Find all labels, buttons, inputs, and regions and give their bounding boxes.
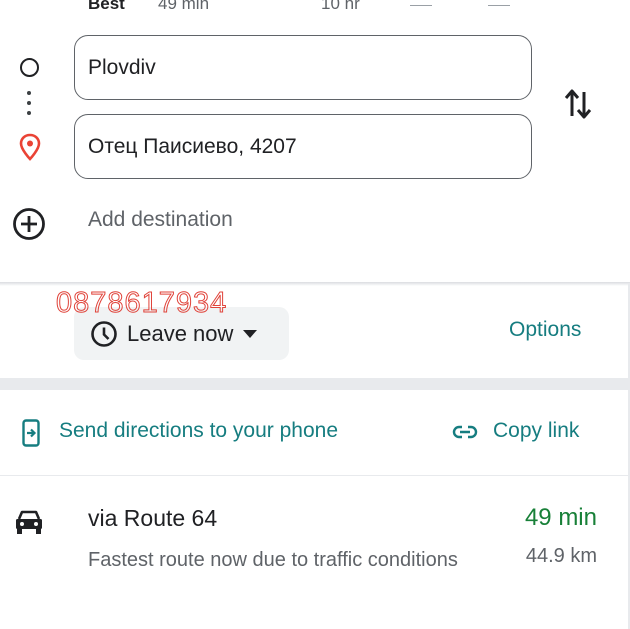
travel-mode-transit-time[interactable]: 10 hr: [321, 0, 360, 14]
send-to-phone-icon[interactable]: [22, 419, 40, 447]
send-directions-link[interactable]: Send directions to your phone: [59, 419, 338, 443]
route-description: Fastest route now due to traffic conditi…: [88, 549, 458, 571]
travel-mode-driving-time[interactable]: 49 min: [158, 0, 209, 14]
car-icon: [16, 510, 42, 534]
swap-icon[interactable]: [562, 86, 594, 122]
section-divider: [0, 282, 630, 286]
options-button[interactable]: Options: [509, 318, 581, 342]
travel-mode-walking-time[interactable]: [410, 5, 432, 6]
origin-circle-icon: [20, 58, 39, 77]
route-connector-dots: [27, 91, 32, 117]
destination-pin-icon: [19, 133, 41, 161]
route-option-card[interactable]: via Route 64 Fastest route now due to tr…: [0, 477, 630, 629]
phone-number-watermark: 0878617934: [55, 287, 228, 320]
destination-input-value: Отец Паисиево, 4207: [88, 134, 297, 158]
chevron-down-icon: [243, 329, 258, 338]
add-circle-icon[interactable]: [12, 207, 46, 241]
link-icon[interactable]: [452, 424, 478, 440]
destination-input[interactable]: Отец Паисиево, 4207: [74, 114, 532, 179]
copy-link-button[interactable]: Copy link: [493, 419, 579, 443]
travel-mode-cycling-time[interactable]: [488, 5, 510, 6]
travel-mode-strip: Best 49 min 10 hr: [0, 0, 630, 14]
travel-mode-best[interactable]: Best: [88, 0, 125, 14]
share-row: Send directions to your phone Copy link: [0, 390, 630, 476]
add-destination-button[interactable]: Add destination: [88, 208, 233, 232]
origin-input[interactable]: Plovdiv: [74, 35, 532, 100]
route-name: via Route 64: [88, 505, 218, 531]
section-separator: [0, 378, 630, 390]
route-duration: 49 min: [524, 504, 597, 531]
directions-panel: Best 49 min 10 hr Plovdiv Отец Паисиево,…: [0, 0, 630, 629]
clock-icon: [91, 320, 117, 347]
origin-input-value: Plovdiv: [88, 55, 156, 79]
leave-now-label: Leave now: [127, 320, 234, 346]
route-distance: 44.9 km: [525, 545, 597, 567]
